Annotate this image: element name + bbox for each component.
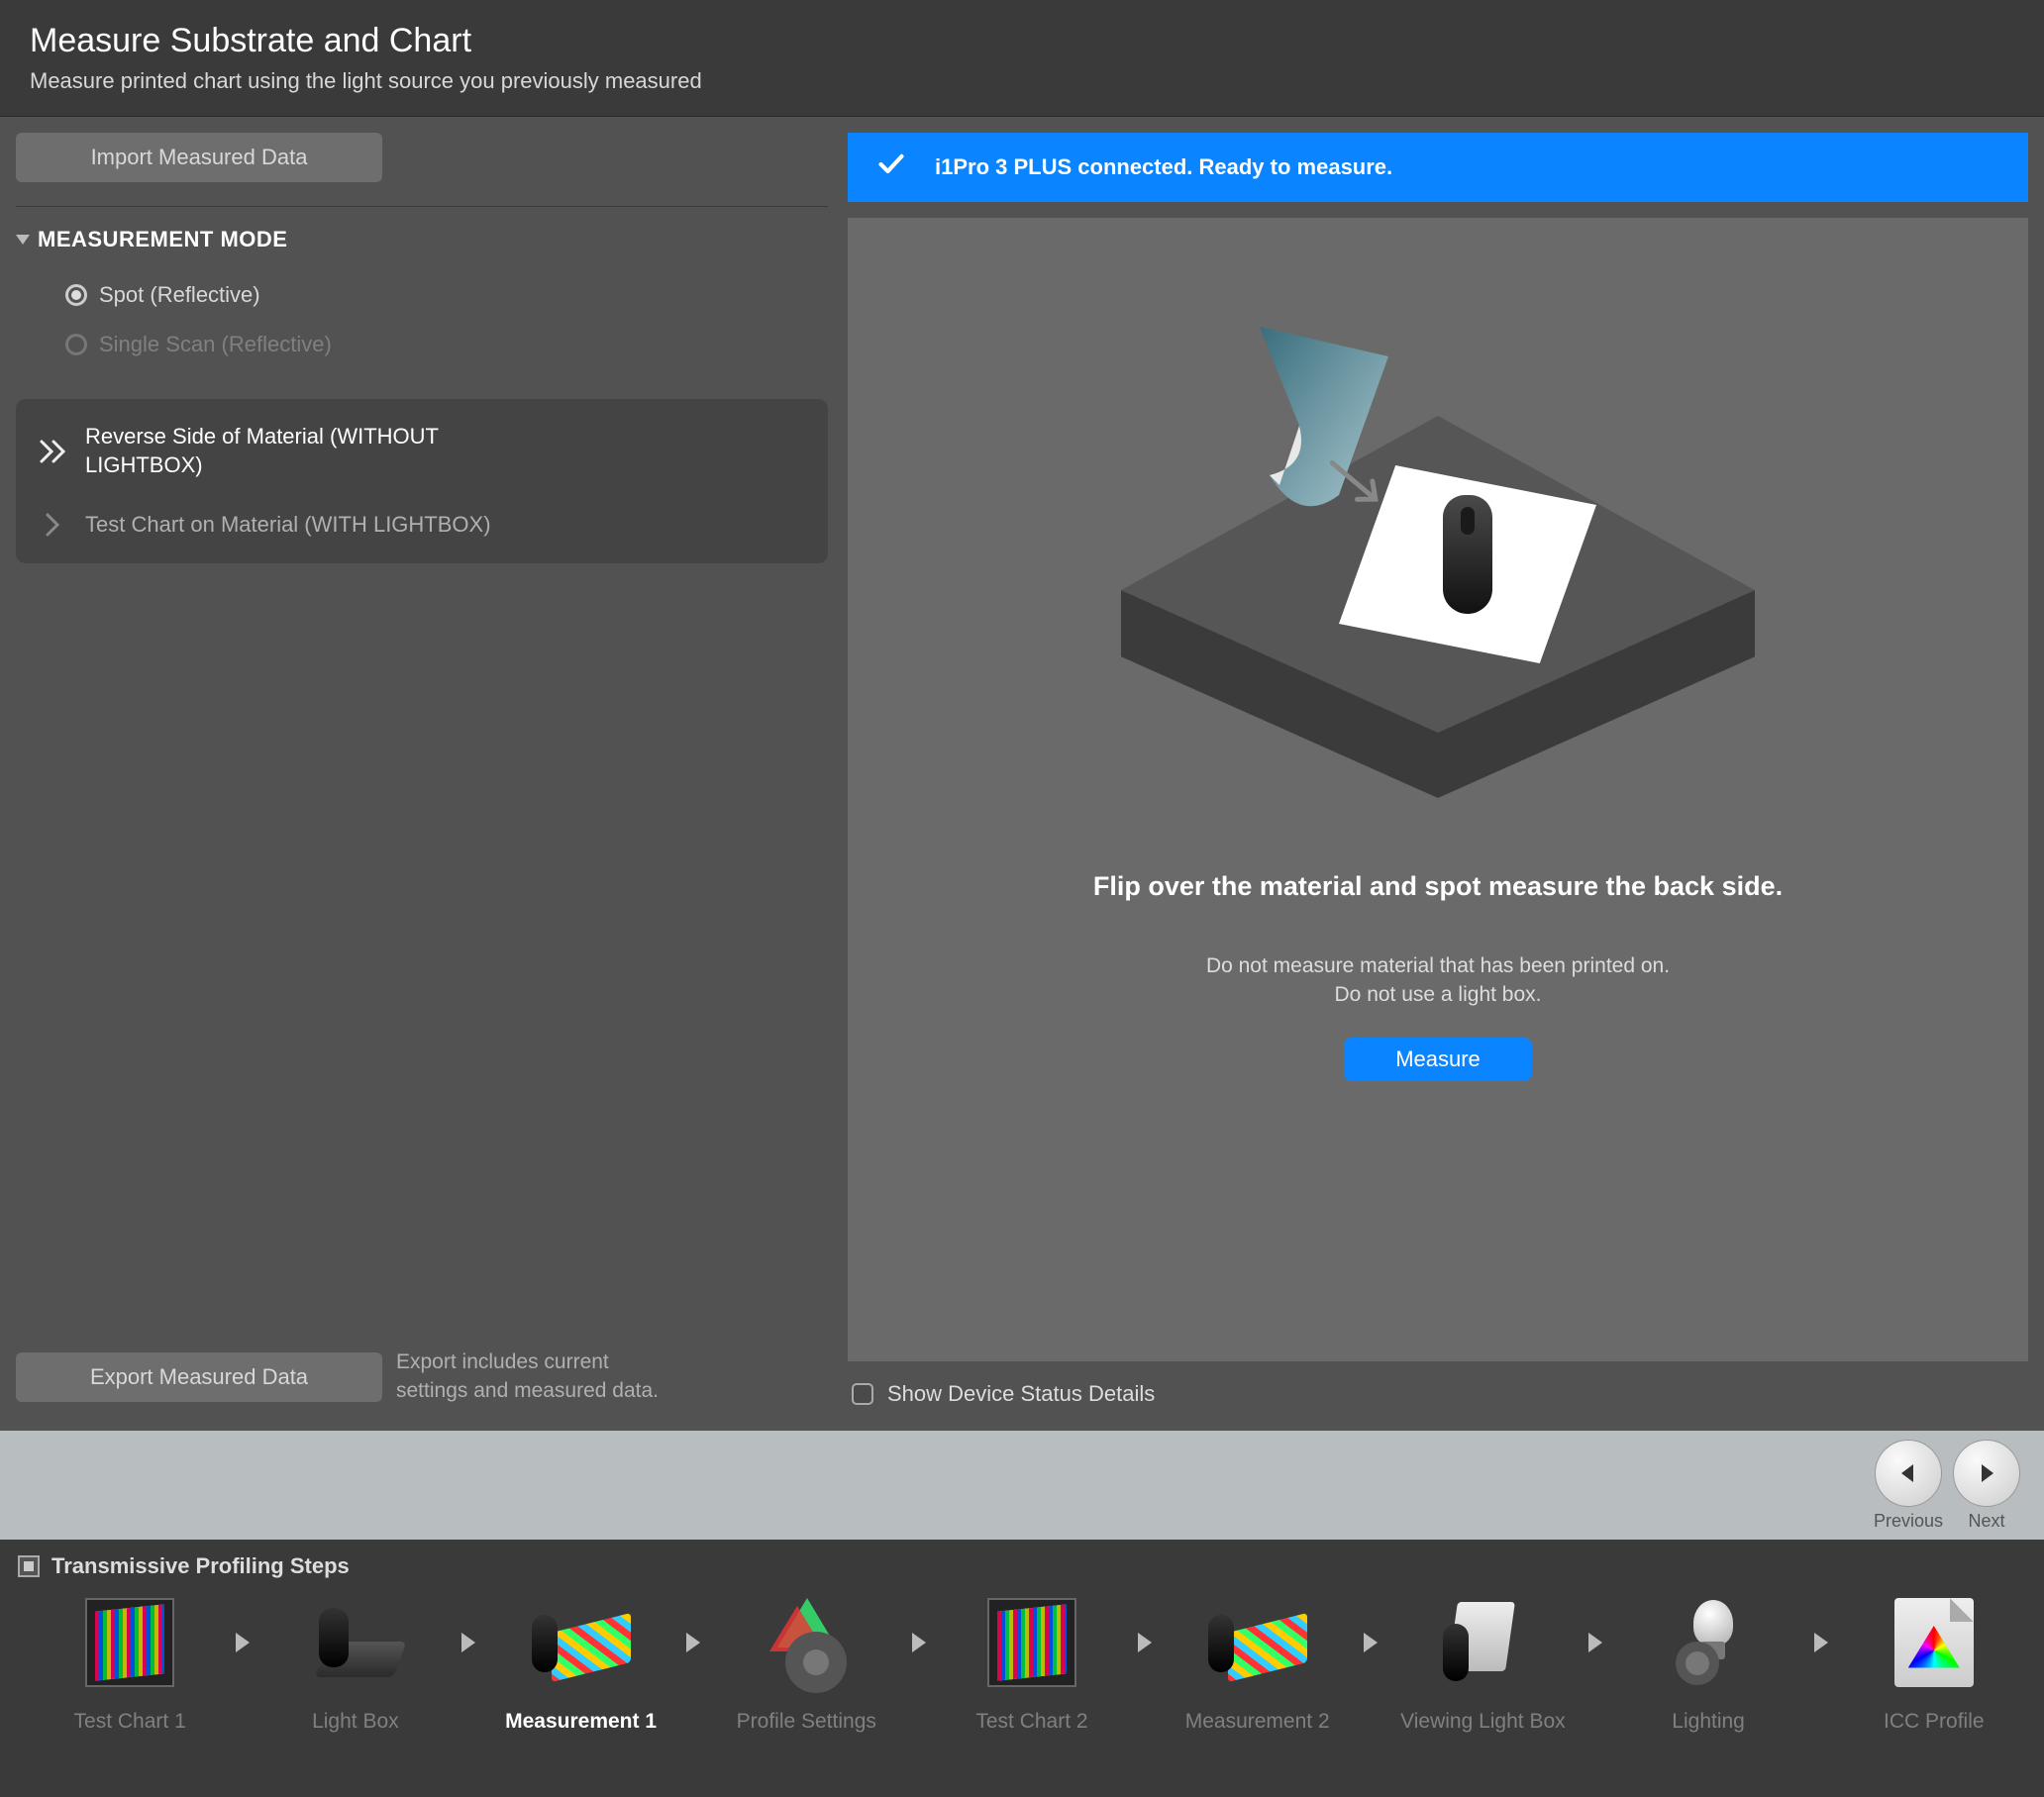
step-thumbnail-icon	[1208, 1593, 1307, 1692]
step-thumbnail-icon	[982, 1593, 1081, 1692]
step-label: Measurement 1	[505, 1710, 657, 1734]
import-measured-data-button[interactable]: Import Measured Data	[16, 133, 382, 182]
task-reverse-side[interactable]: Reverse Side of Material (WITHOUT LIGHTB…	[16, 407, 828, 495]
task-testchart-label: Test Chart on Material (WITH LIGHTBOX)	[85, 511, 491, 540]
measurement-mode-label: MEASUREMENT MODE	[38, 227, 287, 252]
workflow-steps-heading[interactable]: Transmissive Profiling Steps	[0, 1540, 2044, 1593]
export-measured-data-button[interactable]: Export Measured Data	[16, 1352, 382, 1402]
step-thumbnail-icon	[757, 1593, 856, 1692]
step-label: Light Box	[312, 1710, 399, 1734]
step-label: Lighting	[1672, 1710, 1745, 1734]
check-icon	[877, 150, 905, 184]
workflow-steps: Transmissive Profiling Steps Test Chart …	[0, 1540, 2044, 1797]
warning-line-2: Do not use a light box.	[1206, 980, 1670, 1009]
workflow-steps-label: Transmissive Profiling Steps	[51, 1553, 350, 1579]
triangle-right-icon	[1974, 1460, 1999, 1486]
next-button[interactable]: Next	[1953, 1440, 2020, 1532]
step-label: Viewing Light Box	[1400, 1710, 1566, 1734]
triangle-left-icon	[1895, 1460, 1921, 1486]
step-label: ICC Profile	[1884, 1710, 1985, 1734]
step-thumbnail-icon	[306, 1593, 405, 1692]
next-label: Next	[1968, 1511, 2004, 1532]
page-header: Measure Substrate and Chart Measure prin…	[0, 0, 2044, 117]
checkbox-icon	[852, 1383, 873, 1405]
step-label: Test Chart 2	[975, 1710, 1087, 1734]
chevron-right-icon	[40, 513, 67, 537]
export-description: Export includes current settings and mea…	[396, 1348, 673, 1405]
instruction-text: Flip over the material and spot measure …	[1093, 871, 1783, 902]
radio-spot-label: Spot (Reflective)	[99, 282, 260, 308]
step-separator-icon	[1352, 1593, 1388, 1692]
warning-text: Do not measure material that has been pr…	[1206, 951, 1670, 1010]
measurement-mode-heading[interactable]: MEASUREMENT MODE	[16, 227, 828, 252]
measure-button[interactable]: Measure	[1344, 1038, 1532, 1081]
radio-scan-label: Single Scan (Reflective)	[99, 332, 332, 357]
step-thumbnail-icon	[532, 1593, 631, 1692]
import-button-label: Import Measured Data	[91, 145, 308, 170]
task-reverse-label: Reverse Side of Material (WITHOUT LIGHTB…	[85, 423, 511, 479]
status-text: i1Pro 3 PLUS connected. Ready to measure…	[935, 154, 1392, 180]
workflow-step-test-chart-2[interactable]: Test Chart 2	[942, 1593, 1122, 1734]
step-thumbnail-icon	[80, 1593, 179, 1692]
measurement-stage: Flip over the material and spot measure …	[848, 218, 2028, 1361]
task-list: Reverse Side of Material (WITHOUT LIGHTB…	[16, 399, 828, 563]
double-chevron-right-icon	[40, 440, 67, 463]
nav-bar: Previous Next	[0, 1431, 2044, 1540]
workflow-step-lighting[interactable]: Lighting	[1618, 1593, 1798, 1734]
step-separator-icon	[450, 1593, 486, 1692]
show-device-status-details-checkbox[interactable]: Show Device Status Details	[848, 1377, 2028, 1415]
radio-selected-icon	[65, 284, 87, 306]
step-label: Measurement 2	[1185, 1710, 1330, 1734]
page-subtitle: Measure printed chart using the light so…	[30, 68, 2014, 94]
workflow-step-profile-settings[interactable]: Profile Settings	[716, 1593, 896, 1734]
workflow-step-measurement-1[interactable]: Measurement 1	[490, 1593, 670, 1734]
flip-illustration	[1121, 297, 1755, 812]
radio-unselected-icon	[65, 334, 87, 355]
step-label: Profile Settings	[737, 1710, 876, 1734]
workflow-step-icc-profile[interactable]: ICC Profile	[1844, 1593, 2024, 1734]
step-thumbnail-icon	[1659, 1593, 1758, 1692]
device-status-banner: i1Pro 3 PLUS connected. Ready to measure…	[848, 133, 2028, 202]
step-label: Test Chart 1	[74, 1710, 186, 1734]
measure-button-label: Measure	[1395, 1047, 1481, 1072]
previous-label: Previous	[1874, 1511, 1943, 1532]
step-separator-icon	[675, 1593, 712, 1692]
step-separator-icon	[1802, 1593, 1839, 1692]
workflow-step-viewing-light-box[interactable]: Viewing Light Box	[1392, 1593, 1573, 1734]
show-details-label: Show Device Status Details	[887, 1381, 1155, 1407]
collapse-icon	[18, 1555, 40, 1577]
export-button-label: Export Measured Data	[90, 1364, 308, 1390]
task-test-chart[interactable]: Test Chart on Material (WITH LIGHTBOX)	[16, 495, 828, 555]
warning-line-1: Do not measure material that has been pr…	[1206, 951, 1670, 980]
workflow-step-light-box[interactable]: Light Box	[265, 1593, 446, 1734]
page-title: Measure Substrate and Chart	[30, 22, 2014, 60]
step-thumbnail-icon	[1433, 1593, 1532, 1692]
divider	[16, 206, 828, 207]
step-separator-icon	[900, 1593, 937, 1692]
step-thumbnail-icon	[1885, 1593, 1984, 1692]
radio-spot-reflective[interactable]: Spot (Reflective)	[16, 270, 828, 320]
workflow-step-test-chart-1[interactable]: Test Chart 1	[40, 1593, 220, 1734]
step-separator-icon	[224, 1593, 260, 1692]
triangle-down-icon	[16, 235, 30, 245]
step-separator-icon	[1126, 1593, 1163, 1692]
previous-button[interactable]: Previous	[1874, 1440, 1943, 1532]
radio-single-scan-reflective: Single Scan (Reflective)	[16, 320, 828, 369]
workflow-step-measurement-2[interactable]: Measurement 2	[1168, 1593, 1348, 1734]
device-icon	[1433, 495, 1502, 634]
step-separator-icon	[1578, 1593, 1614, 1692]
